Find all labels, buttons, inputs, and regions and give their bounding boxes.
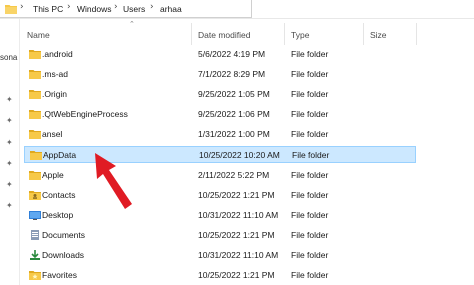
file-row[interactable]: Contacts 10/25/2022 1:21 PM File folder	[24, 187, 416, 204]
file-row[interactable]: .android 5/6/2022 4:19 PM File folder	[24, 46, 416, 63]
breadcrumb-item-windows[interactable]: Windows	[77, 4, 111, 14]
downloads-folder-icon	[30, 250, 40, 260]
file-row[interactable]: Favorites 10/25/2022 1:21 PM File folder	[24, 267, 416, 284]
folder-icon	[5, 5, 17, 14]
chevron-right-icon[interactable]: ›	[150, 2, 154, 12]
file-date-modified: 10/25/2022 10:20 AM	[199, 150, 280, 160]
file-date-modified: 10/31/2022 11:10 AM	[198, 250, 279, 260]
file-date-modified: 10/31/2022 11:10 AM	[198, 210, 279, 220]
file-type: File folder	[291, 109, 329, 119]
file-name: .Origin	[42, 89, 68, 99]
file-type: File folder	[291, 230, 329, 240]
file-row[interactable]: .QtWebEngineProcess 9/25/2022 1:06 PM File…	[24, 106, 416, 123]
file-type: File folder	[291, 129, 329, 139]
column-header-name[interactable]: Name	[27, 30, 50, 40]
folder-icon	[29, 171, 41, 180]
pin-icon: ✦	[6, 116, 13, 125]
file-name: Desktop	[42, 210, 74, 220]
file-date-modified: 10/25/2022 1:21 PM	[198, 230, 275, 240]
file-name: .android	[42, 49, 73, 59]
folder-icon	[30, 151, 42, 160]
documents-folder-icon	[31, 230, 39, 240]
file-date-modified: 1/31/2022 1:00 PM	[198, 129, 270, 139]
folder-icon	[29, 50, 41, 59]
folder-icon	[29, 130, 41, 139]
file-row[interactable]: Documents 10/25/2022 1:21 PM File folder	[24, 227, 416, 244]
file-type: File folder	[291, 170, 329, 180]
address-breadcrumb[interactable]: › This PC › Windows › Users › arhaa	[0, 0, 252, 18]
file-type: File folder	[291, 270, 329, 280]
file-type: File folder	[291, 250, 329, 260]
chevron-right-icon[interactable]: ›	[114, 2, 118, 12]
pin-icon: ✦	[6, 95, 13, 104]
file-name: Apple	[42, 170, 64, 180]
column-header-date-modified[interactable]: Date modified	[198, 30, 250, 40]
file-type: File folder	[292, 150, 330, 160]
file-date-modified: 10/25/2022 1:21 PM	[198, 190, 275, 200]
file-row[interactable]: ansel 1/31/2022 1:00 PM File folder	[24, 126, 416, 143]
chevron-right-icon[interactable]: ›	[67, 2, 71, 12]
file-name: Documents	[42, 230, 85, 240]
file-name: Favorites	[42, 270, 77, 280]
favorites-folder-icon	[29, 271, 41, 280]
breadcrumb-item-users[interactable]: Users	[123, 4, 145, 14]
column-header-row: ⌃ Name Date modified Type Size	[19, 19, 474, 45]
file-type: File folder	[291, 89, 329, 99]
nav-item-label[interactable]: sona	[0, 53, 17, 62]
file-type: File folder	[291, 49, 329, 59]
file-date-modified: 7/1/2022 8:29 PM	[198, 69, 266, 79]
file-row[interactable]: Apple 2/11/2022 5:22 PM File folder	[24, 167, 416, 184]
pin-icon: ✦	[6, 201, 13, 210]
breadcrumb-item-this-pc[interactable]: This PC	[33, 4, 63, 14]
file-row[interactable]: .Origin 9/25/2022 1:05 PM File folder	[24, 86, 416, 103]
pin-icon: ✦	[6, 159, 13, 168]
folder-icon	[29, 110, 41, 119]
column-divider[interactable]	[363, 23, 364, 45]
file-date-modified: 5/6/2022 4:19 PM	[198, 49, 266, 59]
file-type: File folder	[291, 210, 329, 220]
sort-up-icon: ⌃	[129, 20, 135, 28]
folder-icon	[29, 70, 41, 79]
column-divider[interactable]	[191, 23, 192, 45]
file-type: File folder	[291, 190, 329, 200]
file-name: Contacts	[42, 190, 76, 200]
file-row[interactable]: Downloads 10/31/2022 11:10 AM File folder	[24, 247, 416, 264]
column-divider[interactable]	[284, 23, 285, 45]
file-name: .QtWebEngineProcess	[42, 109, 128, 119]
pin-icon: ✦	[6, 138, 13, 147]
file-date-modified: 9/25/2022 1:05 PM	[198, 89, 270, 99]
breadcrumb-item-arhaa[interactable]: arhaa	[160, 4, 182, 14]
file-date-modified: 2/11/2022 5:22 PM	[198, 170, 270, 180]
folder-icon	[29, 90, 41, 99]
contacts-folder-icon	[29, 191, 41, 200]
column-divider[interactable]	[416, 23, 417, 45]
pin-icon: ✦	[6, 180, 13, 189]
annotation-arrow-icon	[95, 153, 132, 209]
file-name: AppData	[43, 150, 77, 160]
file-row[interactable]: Desktop 10/31/2022 11:10 AM File folder	[24, 207, 416, 224]
address-bar: › This PC › Windows › Users › arhaa	[0, 0, 474, 19]
file-name: .ms-ad	[42, 69, 68, 79]
file-type: File folder	[291, 69, 329, 79]
file-name: Downloads	[42, 250, 85, 260]
file-date-modified: 9/25/2022 1:06 PM	[198, 109, 270, 119]
file-name: ansel	[42, 129, 63, 139]
column-header-size[interactable]: Size	[370, 30, 387, 40]
chevron-right-icon[interactable]: ›	[20, 2, 24, 12]
column-header-type[interactable]: Type	[291, 30, 309, 40]
navigation-pane[interactable]: sona ✦ ✦ ✦ ✦ ✦ ✦	[0, 19, 20, 285]
file-row[interactable]: .ms-ad 7/1/2022 8:29 PM File folder	[24, 66, 416, 83]
desktop-folder-icon	[29, 211, 41, 220]
file-date-modified: 10/25/2022 1:21 PM	[198, 270, 275, 280]
file-row[interactable]: AppData 10/25/2022 10:20 AM File folder	[24, 146, 416, 163]
